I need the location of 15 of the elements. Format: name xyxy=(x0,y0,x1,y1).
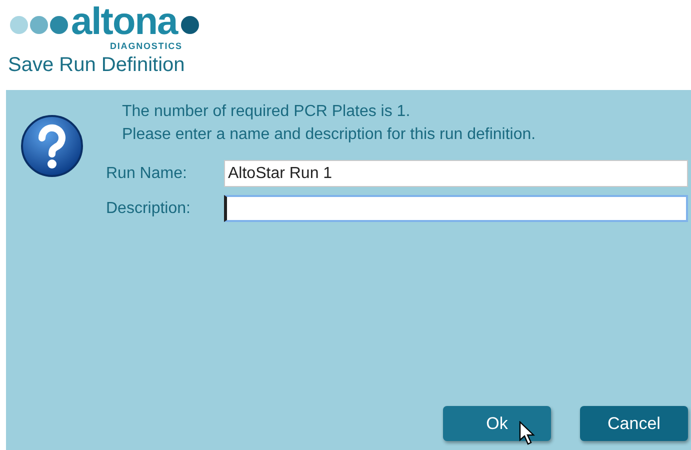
field-label: Run Name: xyxy=(106,164,188,184)
logo-subtitle: DIAGNOSTICS xyxy=(110,42,182,51)
mouse-pointer-icon xyxy=(519,421,535,445)
dialog-button[interactable]: Ok xyxy=(443,406,551,441)
logo-dot-icon xyxy=(180,15,200,35)
logo-wordmark: altona xyxy=(71,3,178,41)
input-field[interactable]: AltoStar Run 1 xyxy=(224,160,688,187)
message-text: The number of required PCR Plates is 1. xyxy=(122,102,410,122)
question-icon xyxy=(20,114,84,178)
dialog-button[interactable]: Cancel xyxy=(580,406,688,441)
field-label: Description: xyxy=(106,198,192,218)
logo-dots-icon xyxy=(10,15,68,35)
message-text: Please enter a name and description for this run definition. xyxy=(122,125,536,145)
window-title: Save Run Definition xyxy=(8,53,185,78)
input-field[interactable] xyxy=(224,195,688,222)
